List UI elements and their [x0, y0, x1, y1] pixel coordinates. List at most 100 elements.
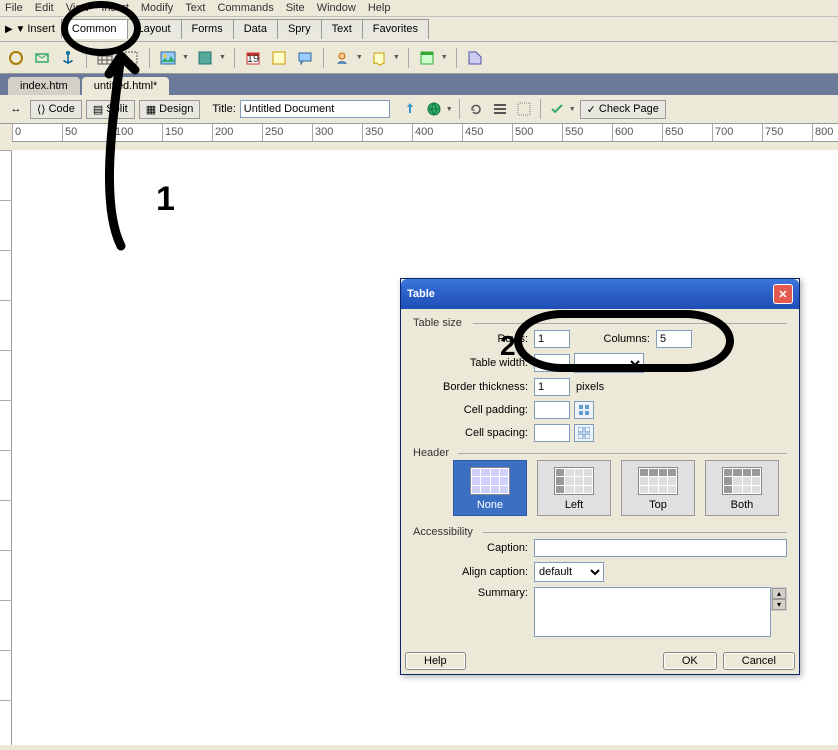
media-icon[interactable] — [195, 48, 215, 68]
columns-label: Columns: — [570, 333, 650, 345]
menu-commands[interactable]: Commands — [217, 2, 273, 14]
align-caption-select[interactable]: default — [534, 562, 604, 582]
menu-site[interactable]: Site — [286, 2, 305, 14]
svg-text:19: 19 — [247, 53, 259, 65]
summary-scrollbar[interactable]: ▴▾ — [771, 587, 787, 611]
code-icon: ⟨⟩ — [37, 103, 46, 116]
date-icon[interactable]: 19 — [243, 48, 263, 68]
border-thickness-input[interactable] — [534, 378, 570, 396]
insert-tab-favorites[interactable]: Favorites — [362, 19, 429, 39]
templates-dropdown[interactable]: ▼ — [441, 54, 448, 61]
caption-input[interactable] — [534, 539, 787, 557]
cancel-button[interactable]: Cancel — [723, 652, 795, 670]
help-button[interactable]: Help — [405, 652, 466, 670]
doc-tab-untitled[interactable]: untitled.html* — [82, 77, 170, 95]
server-side-include-icon[interactable] — [269, 48, 289, 68]
header-both[interactable]: Both — [705, 460, 779, 516]
insert-toggle[interactable]: ▶ ▼ — [5, 24, 25, 35]
insert-label: Insert — [27, 23, 55, 35]
border-unit: pixels — [576, 381, 604, 393]
script-icon[interactable] — [369, 48, 389, 68]
columns-input[interactable] — [656, 330, 692, 348]
code-view-button[interactable]: ⟨⟩Code — [30, 100, 82, 119]
file-management-icon[interactable] — [400, 99, 420, 119]
insert-toolbar: ▼ ▼ 19 ▼ ▼ ▼ — [0, 42, 838, 74]
menu-help[interactable]: Help — [368, 2, 391, 14]
close-icon: ✕ — [778, 288, 787, 301]
head-dropdown[interactable]: ▼ — [356, 54, 363, 61]
menu-view[interactable]: View — [66, 2, 90, 14]
menubar: File Edit View Insert Modify Text Comman… — [0, 0, 838, 17]
summary-textarea[interactable] — [534, 587, 771, 637]
title-label: Title: — [212, 103, 235, 115]
table-dialog: Table ✕ Table size Rows: Columns: Table … — [400, 278, 800, 675]
insert-tab-spry[interactable]: Spry — [277, 19, 322, 39]
refresh-icon[interactable] — [466, 99, 486, 119]
ok-button[interactable]: OK — [663, 652, 717, 670]
header-none[interactable]: None — [453, 460, 527, 516]
email-link-icon[interactable] — [32, 48, 52, 68]
design-view-button[interactable]: ▦Design — [139, 100, 201, 119]
insert-tab-data[interactable]: Data — [233, 19, 278, 39]
summary-label: Summary: — [413, 587, 528, 599]
split-icon: ▤ — [93, 103, 103, 116]
split-view-button[interactable]: ▤Split — [86, 100, 135, 119]
menu-file[interactable]: File — [5, 2, 23, 14]
menu-text[interactable]: Text — [185, 2, 205, 14]
dialog-title: Table — [407, 288, 435, 300]
title-input[interactable] — [240, 100, 390, 118]
table-icon[interactable] — [95, 48, 115, 68]
media-dropdown[interactable]: ▼ — [219, 54, 226, 61]
validate-dropdown[interactable]: ▼ — [569, 106, 576, 113]
menu-window[interactable]: Window — [317, 2, 356, 14]
script-dropdown[interactable]: ▼ — [393, 54, 400, 61]
insert-tab-common[interactable]: Common — [61, 19, 128, 39]
caption-label: Caption: — [413, 542, 528, 554]
insert-tab-forms[interactable]: Forms — [181, 19, 234, 39]
hyperlink-icon[interactable] — [6, 48, 26, 68]
insert-panel: ▶ ▼ Insert Common Layout Forms Data Spry… — [0, 17, 838, 42]
menu-edit[interactable]: Edit — [35, 2, 54, 14]
header-left[interactable]: Left — [537, 460, 611, 516]
header-top[interactable]: Top — [621, 460, 695, 516]
named-anchor-icon[interactable] — [58, 48, 78, 68]
validate-icon[interactable] — [547, 99, 567, 119]
head-icon[interactable] — [332, 48, 352, 68]
doc-tab-index[interactable]: index.htm — [8, 77, 80, 95]
table-width-unit-select[interactable] — [574, 353, 644, 373]
check-page-button[interactable]: ✓Check Page — [580, 100, 666, 119]
view-options-icon[interactable] — [490, 99, 510, 119]
expand-icon[interactable]: ↔ — [6, 99, 26, 119]
border-thickness-label: Border thickness: — [413, 381, 528, 393]
menu-insert[interactable]: Insert — [101, 2, 129, 14]
table-width-input[interactable] — [534, 354, 570, 372]
templates-icon[interactable] — [417, 48, 437, 68]
insert-div-icon[interactable] — [121, 48, 141, 68]
rows-input[interactable] — [534, 330, 570, 348]
cell-padding-label: Cell padding: — [413, 404, 528, 416]
insert-tab-text[interactable]: Text — [321, 19, 363, 39]
dialog-titlebar[interactable]: Table ✕ — [401, 279, 799, 309]
design-icon: ▦ — [146, 103, 156, 116]
preview-dropdown[interactable]: ▼ — [446, 106, 453, 113]
document-toolbar: ↔ ⟨⟩Code ▤Split ▦Design Title: ▼ ▼ ✓Chec… — [0, 95, 838, 124]
cell-spacing-icon[interactable] — [574, 424, 594, 442]
tag-chooser-icon[interactable] — [465, 48, 485, 68]
visual-aids-icon[interactable] — [514, 99, 534, 119]
close-button[interactable]: ✕ — [773, 284, 793, 304]
comment-icon[interactable] — [295, 48, 315, 68]
cell-padding-icon[interactable] — [574, 401, 594, 419]
insert-tab-layout[interactable]: Layout — [127, 19, 182, 39]
vertical-ruler — [0, 150, 12, 745]
check-icon: ✓ — [587, 103, 596, 116]
cell-padding-input[interactable] — [534, 401, 570, 419]
image-dropdown[interactable]: ▼ — [182, 54, 189, 61]
image-icon[interactable] — [158, 48, 178, 68]
preview-browser-icon[interactable] — [424, 99, 444, 119]
align-caption-label: Align caption: — [413, 566, 528, 578]
horizontal-ruler: 0501001502002503003504004505005506006507… — [12, 124, 838, 142]
annotation-number-2: 2 — [500, 330, 516, 362]
menu-modify[interactable]: Modify — [141, 2, 173, 14]
cell-spacing-input[interactable] — [534, 424, 570, 442]
annotation-number-1: 1 — [156, 180, 175, 219]
